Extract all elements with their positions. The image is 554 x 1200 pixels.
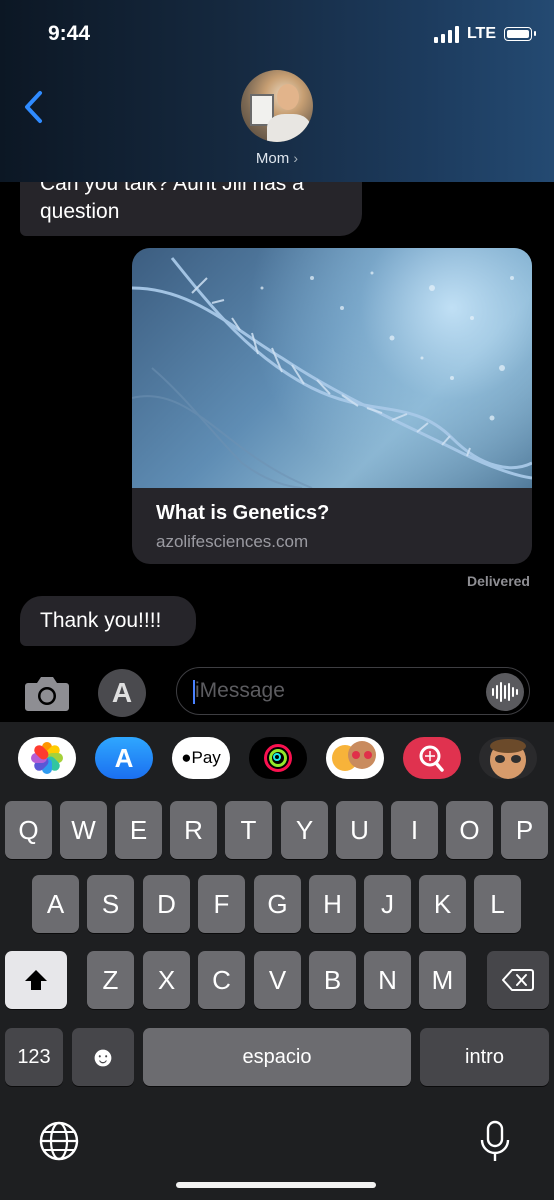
- dna-helix-graphic: [132, 257, 532, 489]
- globe-icon[interactable]: [38, 1120, 80, 1162]
- space-key[interactable]: espacio: [143, 1028, 411, 1086]
- link-title: What is Genetics?: [156, 502, 330, 524]
- signal-icon: [433, 25, 459, 43]
- apple-logo-icon: ●: [181, 748, 192, 767]
- key-h[interactable]: H: [309, 875, 356, 933]
- key-f[interactable]: F: [198, 875, 245, 933]
- contact-name[interactable]: Mom ›: [0, 150, 554, 167]
- link-preview-card[interactable]: What is Genetics? azolifesciences.com: [132, 248, 532, 564]
- key-j[interactable]: J: [364, 875, 411, 933]
- key-a[interactable]: A: [32, 875, 79, 933]
- conversation-header: 9:44 LTE Mom ›: [0, 0, 554, 182]
- image-search-icon[interactable]: [403, 737, 461, 779]
- memoji-stickers-icon[interactable]: [326, 737, 384, 779]
- incoming-message[interactable]: Thank you!!!!: [20, 596, 196, 646]
- app-store-icon[interactable]: A: [95, 737, 153, 779]
- contact-name-label: Mom: [255, 150, 290, 167]
- key-w[interactable]: W: [60, 801, 107, 859]
- chevron-right-icon: ›: [293, 150, 299, 166]
- activity-icon[interactable]: [249, 737, 307, 779]
- key-o[interactable]: O: [446, 801, 493, 859]
- delivered-status: Delivered: [466, 573, 530, 589]
- shift-icon: [25, 970, 47, 990]
- key-d[interactable]: D: [143, 875, 190, 933]
- key-l[interactable]: L: [474, 875, 521, 933]
- magnifier-icon: [419, 745, 444, 772]
- key-v[interactable]: V: [254, 951, 301, 1009]
- contact-avatar[interactable]: [241, 70, 313, 142]
- app-store-button[interactable]: A: [98, 669, 146, 717]
- key-r[interactable]: R: [170, 801, 217, 859]
- avatar-shirt: [267, 114, 311, 142]
- key-n[interactable]: N: [364, 951, 411, 1009]
- camera-icon[interactable]: [24, 674, 70, 712]
- key-s[interactable]: S: [87, 875, 134, 933]
- return-key[interactable]: intro: [420, 1028, 549, 1086]
- delete-key[interactable]: [487, 951, 549, 1009]
- audio-waveform-icon[interactable]: [486, 673, 524, 711]
- key-y[interactable]: Y: [281, 801, 328, 859]
- apple-pay-icon[interactable]: ●Pay: [172, 737, 230, 779]
- key-i[interactable]: I: [391, 801, 438, 859]
- key-t[interactable]: T: [225, 801, 272, 859]
- key-z[interactable]: Z: [87, 951, 134, 1009]
- key-k[interactable]: K: [419, 875, 466, 933]
- key-x[interactable]: X: [143, 951, 190, 1009]
- key-p[interactable]: P: [501, 801, 548, 859]
- avatar-face: [277, 84, 299, 110]
- key-g[interactable]: G: [254, 875, 301, 933]
- key-q[interactable]: Q: [5, 801, 52, 859]
- app-store-icon: A: [111, 677, 133, 708]
- link-domain: azolifesciences.com: [156, 532, 309, 551]
- numbers-key[interactable]: 123: [5, 1028, 63, 1086]
- key-c[interactable]: C: [198, 951, 245, 1009]
- composer-bar: A: [0, 660, 554, 722]
- emoji-key[interactable]: ☻: [72, 1028, 134, 1086]
- microphone-icon[interactable]: [478, 1120, 512, 1164]
- emoji-icon: ☻: [88, 1041, 118, 1072]
- key-m[interactable]: M: [419, 951, 466, 1009]
- battery-icon: [504, 27, 536, 41]
- imessage-app-strip: A ●Pay: [0, 722, 554, 794]
- photos-app-icon[interactable]: [18, 737, 76, 779]
- key-e[interactable]: E: [115, 801, 162, 859]
- apple-pay-label: Pay: [191, 748, 221, 767]
- shift-key[interactable]: [5, 951, 67, 1009]
- delete-icon: [502, 969, 534, 991]
- memoji-icon[interactable]: [479, 737, 537, 779]
- link-preview-image: [132, 248, 532, 489]
- keyboard: A ●Pay Q W E R T Y U I O P A S D F G H J…: [0, 722, 554, 1200]
- back-chevron-icon[interactable]: [22, 90, 46, 124]
- network-label: LTE: [466, 25, 496, 42]
- key-b[interactable]: B: [309, 951, 356, 1009]
- text-cursor: [193, 680, 195, 704]
- home-indicator[interactable]: [176, 1182, 376, 1188]
- key-u[interactable]: U: [336, 801, 383, 859]
- status-time: 9:44: [48, 22, 91, 45]
- status-indicators: LTE: [433, 25, 536, 43]
- message-input[interactable]: [176, 667, 530, 715]
